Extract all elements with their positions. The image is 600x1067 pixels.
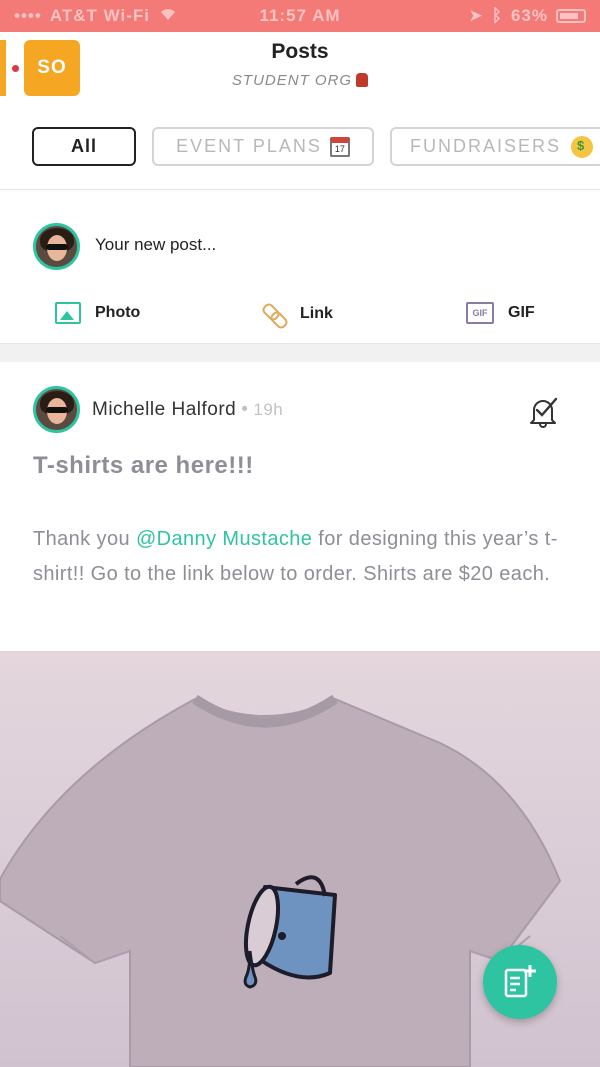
post-composer: Your new post... Photo Link GIF GIF bbox=[0, 190, 600, 344]
status-right: ➤ ᛒ 63% bbox=[469, 6, 586, 26]
post-meta: Michelle Halford • 19h bbox=[92, 399, 283, 421]
gif-icon: GIF bbox=[466, 302, 494, 324]
add-link-button[interactable]: Link bbox=[262, 302, 333, 326]
post-time: 19h bbox=[253, 400, 284, 419]
calendar-icon: 17 bbox=[329, 136, 350, 157]
filter-fundraisers-chip[interactable]: FUNDRAISERS bbox=[390, 127, 600, 166]
link-icon bbox=[262, 302, 286, 326]
new-post-icon bbox=[504, 965, 536, 998]
money-face-icon bbox=[571, 135, 594, 158]
filter-event-plans-chip[interactable]: EVENT PLANS 17 bbox=[152, 127, 374, 166]
carrier-label: AT&T Wi-Fi bbox=[49, 6, 150, 25]
author-name[interactable]: Michelle Halford bbox=[92, 399, 236, 420]
link-label: Link bbox=[300, 305, 333, 322]
wifi-icon bbox=[158, 6, 178, 26]
filter-all-chip[interactable]: All bbox=[32, 127, 136, 166]
post-body: Thank you @Danny Mustache for designing … bbox=[33, 522, 573, 592]
filter-all-label: All bbox=[70, 136, 97, 156]
status-bar: •••• AT&T Wi-Fi 11:57 AM ➤ ᛒ 63% bbox=[0, 0, 600, 32]
org-name-label: STUDENT ORG bbox=[231, 72, 353, 89]
page-title: Posts bbox=[271, 40, 329, 63]
mention-link[interactable]: @Danny Mustache bbox=[136, 528, 312, 550]
battery-percent: 63% bbox=[510, 6, 548, 25]
meta-separator: • bbox=[241, 399, 249, 420]
photo-label: Photo bbox=[95, 304, 141, 321]
battery-icon bbox=[556, 9, 586, 23]
photo-icon bbox=[55, 302, 81, 324]
new-post-input[interactable]: Your new post... bbox=[95, 235, 216, 255]
new-post-button[interactable] bbox=[483, 945, 557, 1019]
post-title: T-shirts are here!!! bbox=[33, 452, 254, 479]
author-avatar[interactable] bbox=[33, 386, 80, 433]
status-left: •••• AT&T Wi-Fi bbox=[14, 6, 178, 26]
filter-bar: All EVENT PLANS 17 FUNDRAISERS bbox=[0, 102, 600, 190]
section-divider bbox=[0, 344, 600, 362]
org-name: STUDENT ORG bbox=[0, 72, 600, 89]
header: SO Posts STUDENT ORG bbox=[0, 32, 600, 102]
backpack-icon bbox=[356, 73, 369, 87]
signal-dots: •••• bbox=[14, 6, 42, 25]
filter-fundraisers-label: FUNDRAISERS bbox=[410, 136, 562, 156]
avatar bbox=[33, 223, 80, 270]
add-gif-button[interactable]: GIF GIF bbox=[466, 302, 535, 324]
location-icon: ➤ bbox=[468, 6, 484, 25]
add-photo-button[interactable]: Photo bbox=[55, 302, 140, 324]
filter-event-plans-label: EVENT PLANS bbox=[176, 136, 322, 156]
unread-dot bbox=[12, 65, 19, 72]
bell-check-icon[interactable] bbox=[528, 396, 558, 428]
bluetooth-icon: ᛒ bbox=[491, 6, 503, 25]
gif-label: GIF bbox=[508, 304, 535, 321]
post-body-intro: Thank you bbox=[33, 528, 136, 550]
